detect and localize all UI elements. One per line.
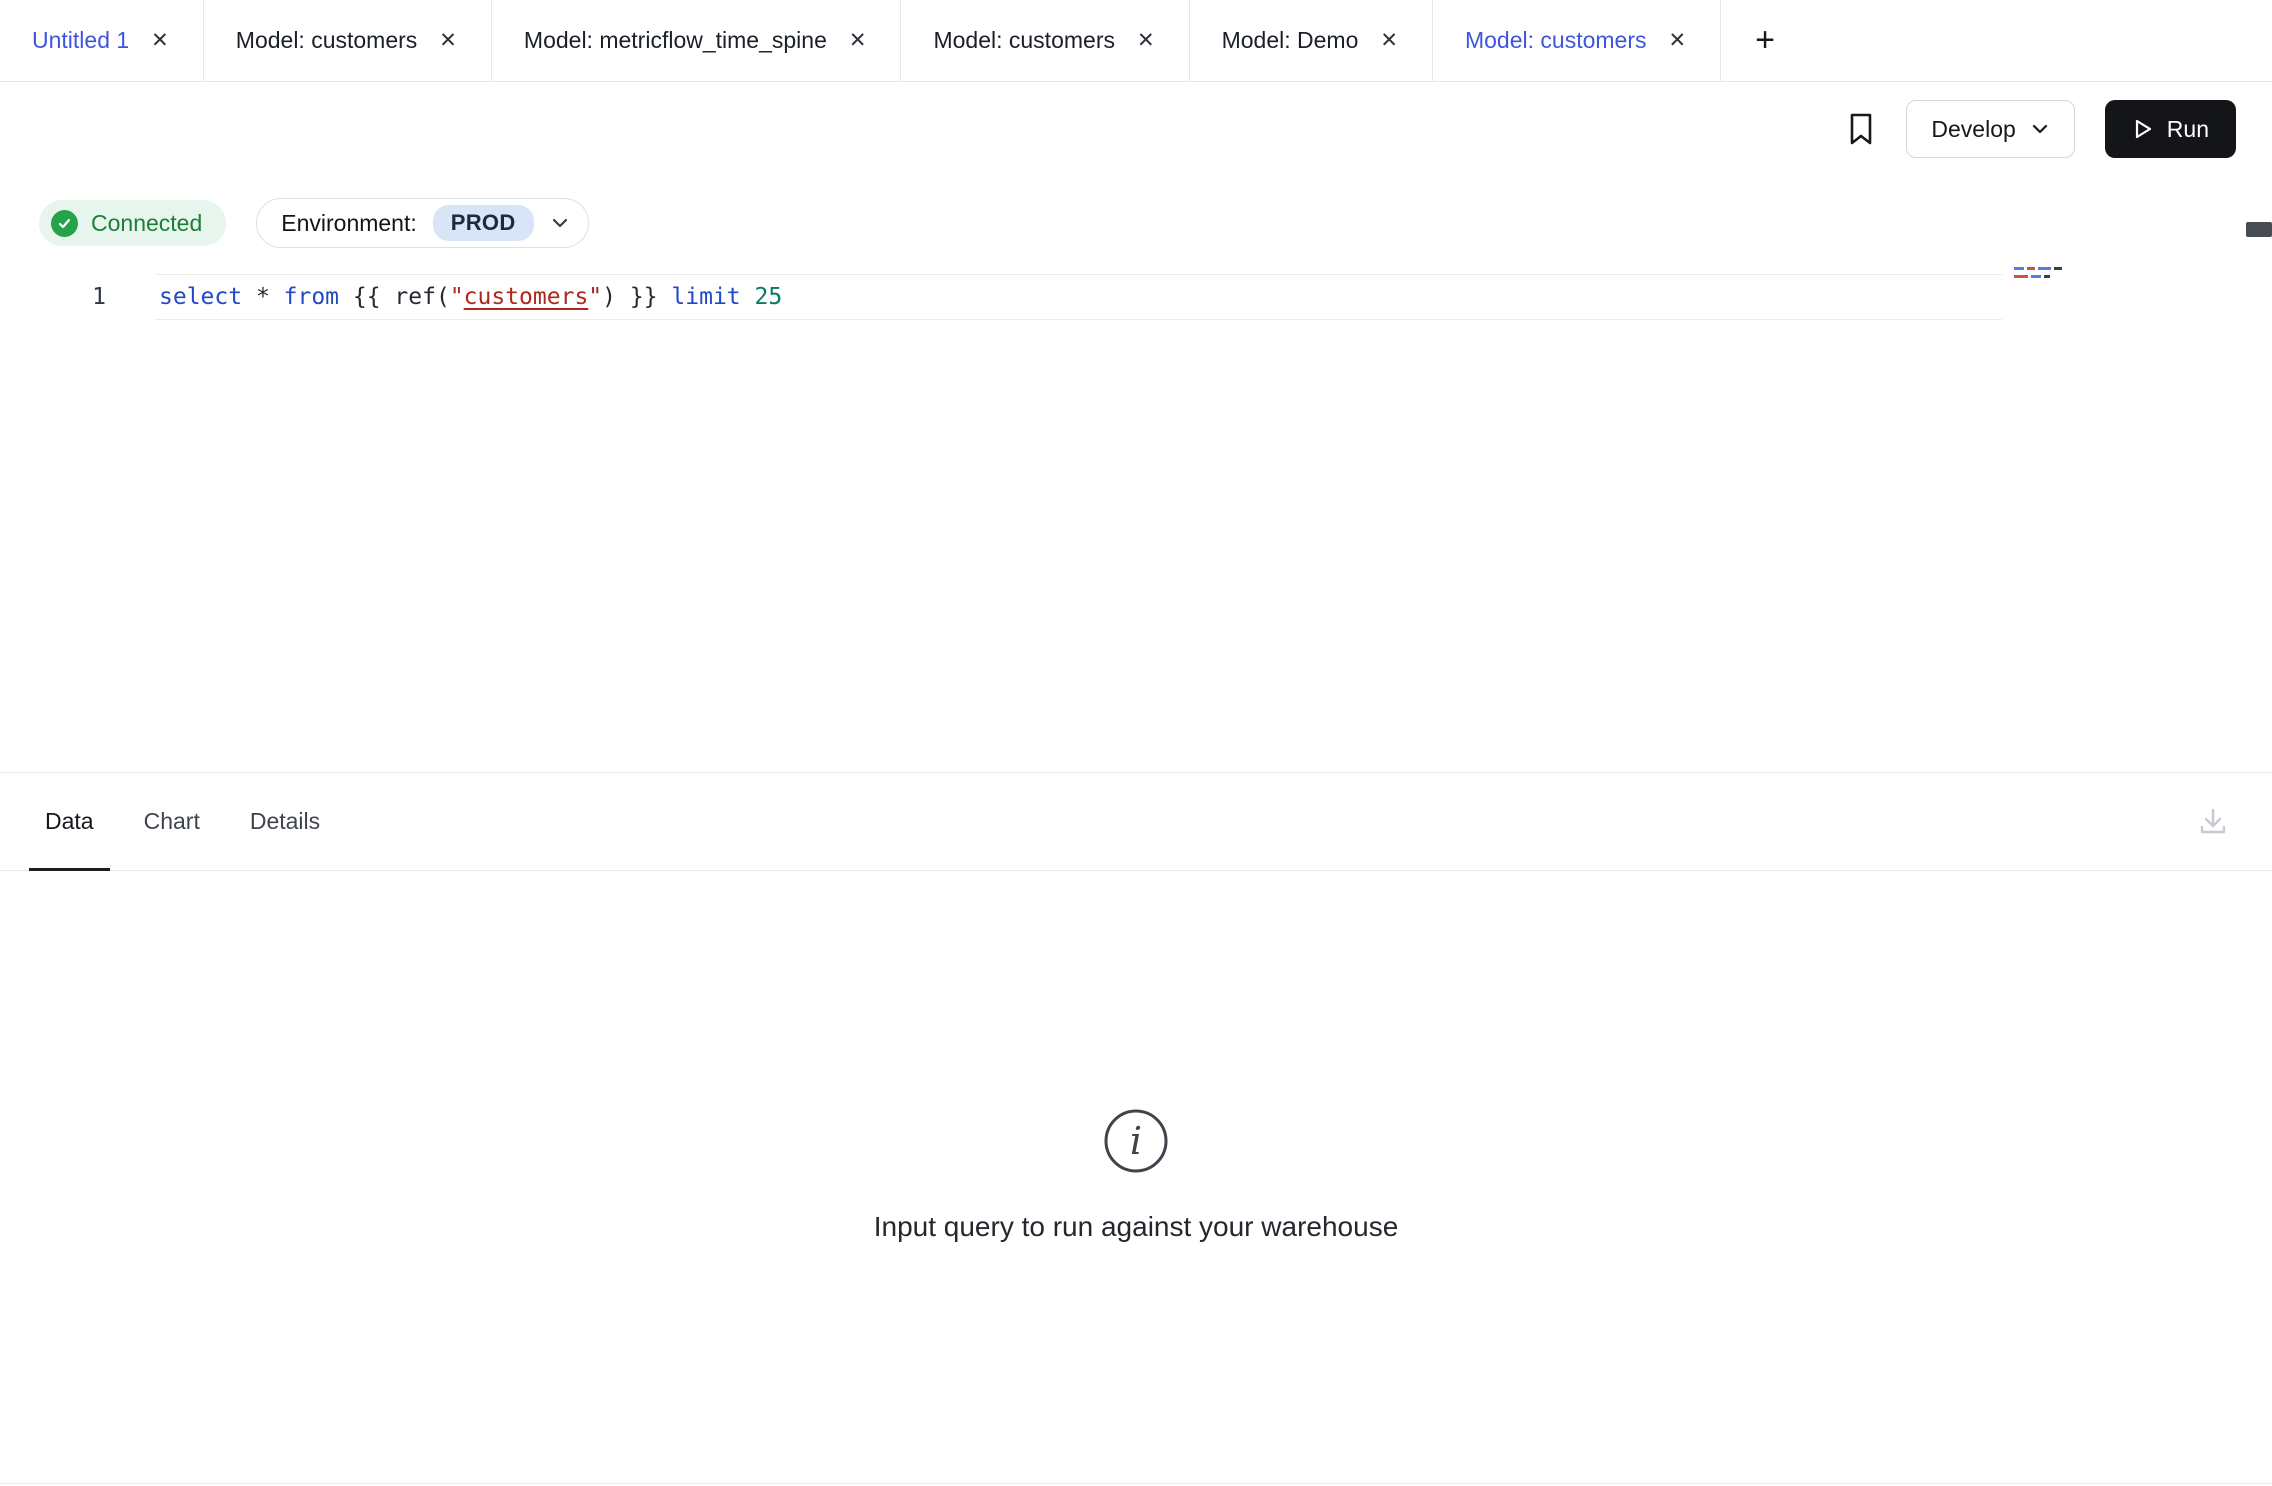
download-button[interactable] <box>2196 805 2230 839</box>
play-icon <box>2132 117 2154 141</box>
code-token: * <box>242 284 284 310</box>
chevron-down-icon <box>2030 119 2050 139</box>
tab-chart-label: Chart <box>144 808 200 835</box>
chevron-down-icon <box>550 213 570 233</box>
code-token-keyword: from <box>284 284 339 310</box>
run-label: Run <box>2167 116 2209 143</box>
tab-model-metricflow-time-spine[interactable]: Model: metricflow_time_spine ✕ <box>492 0 902 81</box>
tab-chart[interactable]: Chart <box>144 773 200 870</box>
tab-details[interactable]: Details <box>250 773 320 870</box>
develop-dropdown-button[interactable]: Develop <box>1906 100 2074 158</box>
plus-icon: + <box>1755 21 1775 60</box>
check-icon <box>51 210 78 237</box>
sql-editor[interactable]: 1 select * from {{ ref("customers") }} l… <box>0 258 2272 772</box>
code-token-number: 25 <box>755 284 783 310</box>
code-token-keyword: limit <box>671 284 740 310</box>
connection-status-badge: Connected <box>39 200 226 246</box>
bookmark-button[interactable] <box>1846 111 1876 147</box>
tab-label: Untitled 1 <box>32 27 129 54</box>
info-icon: i <box>1102 1107 1170 1175</box>
download-icon <box>2196 805 2230 839</box>
status-row: Connected Environment: PROD <box>39 198 589 248</box>
tab-model-customers-2[interactable]: Model: customers ✕ <box>901 0 1189 81</box>
close-icon[interactable]: ✕ <box>437 28 459 53</box>
tab-label: Model: customers <box>236 27 418 54</box>
develop-label: Develop <box>1931 116 2015 143</box>
environment-value-badge: PROD <box>433 205 534 241</box>
environment-selector[interactable]: Environment: PROD <box>256 198 588 248</box>
code-token-keyword: select <box>159 284 242 310</box>
tab-details-label: Details <box>250 808 320 835</box>
code-line[interactable]: select * from {{ ref("customers") }} lim… <box>159 274 782 320</box>
tab-label: Model: Demo <box>1222 27 1359 54</box>
bookmark-icon <box>1846 111 1876 147</box>
bottom-divider <box>0 1483 2272 1484</box>
tab-label: Model: customers <box>1465 27 1647 54</box>
close-icon[interactable]: ✕ <box>1135 28 1157 53</box>
connected-label: Connected <box>91 210 202 237</box>
new-tab-button[interactable]: + <box>1721 0 1809 81</box>
tab-model-customers-1[interactable]: Model: customers ✕ <box>204 0 492 81</box>
close-icon[interactable]: ✕ <box>1667 28 1689 53</box>
results-tab-bar: Data Chart Details <box>0 773 2272 871</box>
empty-state-message: Input query to run against your warehous… <box>874 1211 1399 1243</box>
svg-text:i: i <box>1130 1119 1142 1163</box>
close-icon[interactable]: ✕ <box>149 28 171 53</box>
close-icon[interactable]: ✕ <box>1378 28 1400 53</box>
editor-tab-bar: Untitled 1 ✕ Model: customers ✕ Model: m… <box>0 0 2272 82</box>
close-icon[interactable]: ✕ <box>847 28 869 53</box>
scrollbar-thumb[interactable] <box>2246 222 2272 237</box>
tab-data-label: Data <box>45 808 94 835</box>
tab-label: Model: metricflow_time_spine <box>524 27 827 54</box>
code-token <box>741 284 755 310</box>
line-number: 1 <box>0 274 106 320</box>
editor-minimap[interactable] <box>2014 265 2102 289</box>
code-token-ref-link[interactable]: customers <box>464 284 589 310</box>
empty-state: i Input query to run against your wareho… <box>0 872 2272 1243</box>
environment-label: Environment: <box>281 210 417 237</box>
code-token: {{ ref( <box>339 284 450 310</box>
tab-label: Model: customers <box>933 27 1115 54</box>
app-window: Untitled 1 ✕ Model: customers ✕ Model: m… <box>0 0 2272 1486</box>
code-token-string: " <box>450 284 464 310</box>
tab-model-demo[interactable]: Model: Demo ✕ <box>1190 0 1433 81</box>
toolbar: Develop Run <box>0 82 2272 176</box>
tab-data[interactable]: Data <box>45 773 94 870</box>
tab-model-customers-3[interactable]: Model: customers ✕ <box>1433 0 1721 81</box>
code-token: ) }} <box>602 284 671 310</box>
results-panel: Data Chart Details i Input query to <box>0 772 2272 1486</box>
tab-untitled-1[interactable]: Untitled 1 ✕ <box>0 0 204 81</box>
run-button[interactable]: Run <box>2105 100 2236 158</box>
code-token-string: " <box>588 284 602 310</box>
